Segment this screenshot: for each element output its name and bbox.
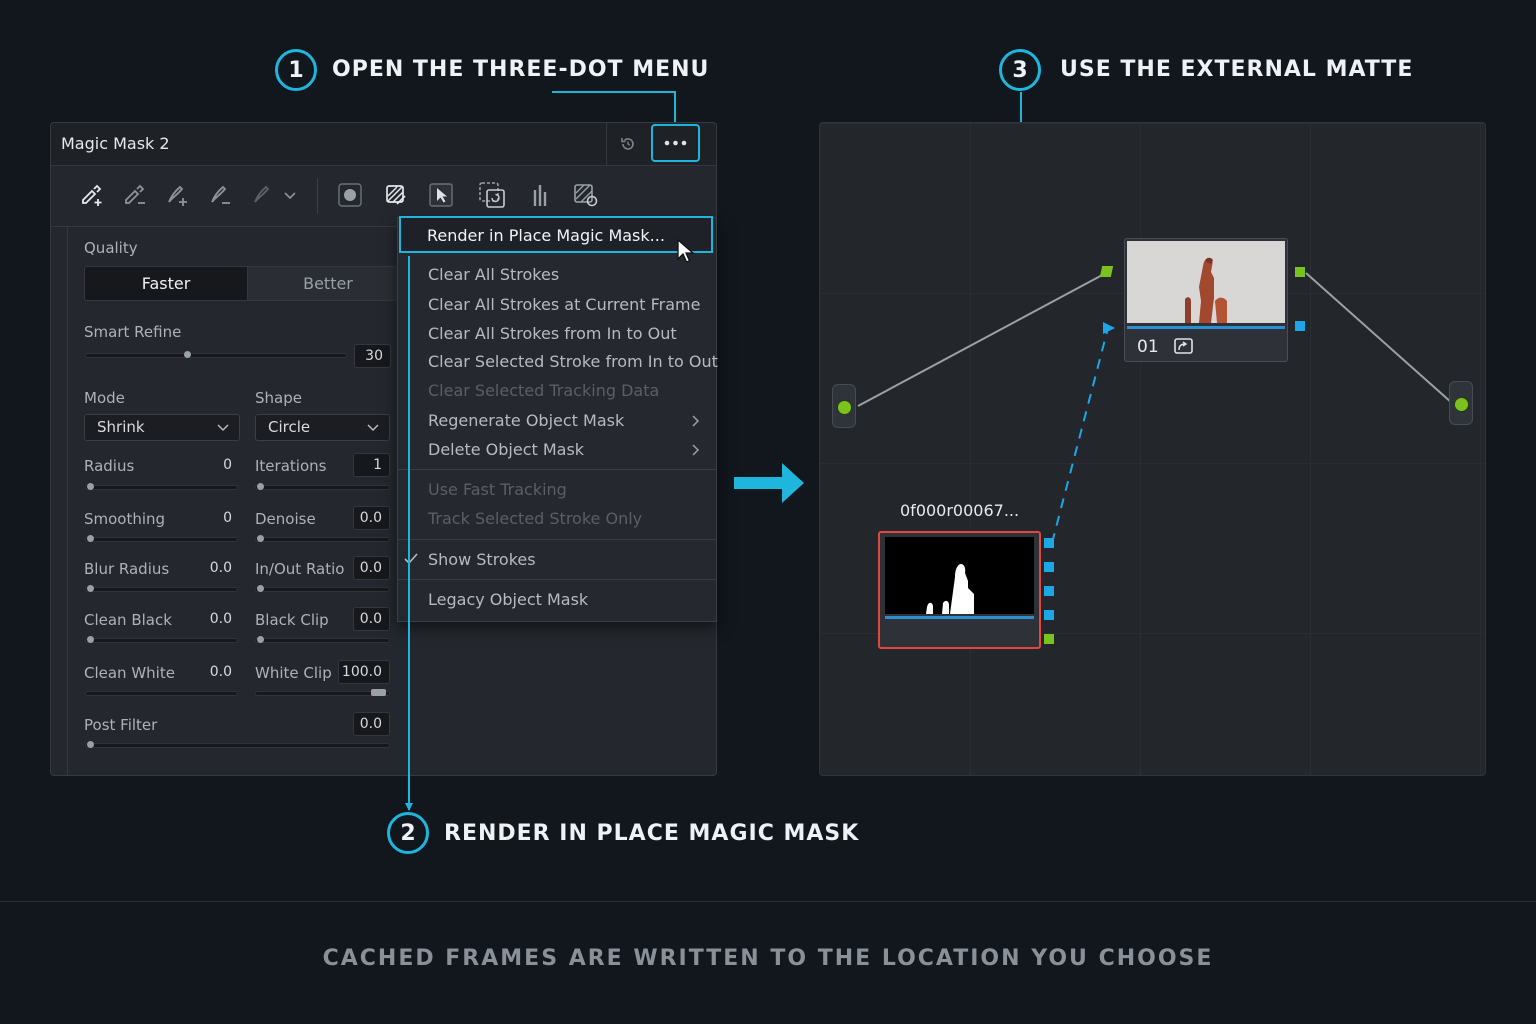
input-node[interactable] bbox=[832, 384, 856, 428]
node-editor: 01 0f000r00067... bbox=[819, 122, 1486, 776]
node-01[interactable]: 01 bbox=[1124, 238, 1288, 362]
node-01-input-port-key[interactable] bbox=[1102, 320, 1116, 339]
external-matte-node[interactable] bbox=[878, 531, 1041, 649]
node-01-output-port-rgb[interactable] bbox=[1295, 267, 1305, 277]
node-01-progress bbox=[1127, 326, 1285, 329]
matte-node-progress bbox=[885, 616, 1034, 619]
node-cache-icon bbox=[1173, 336, 1195, 360]
node-connections bbox=[857, 272, 1453, 544]
matte-output-port-3[interactable] bbox=[1044, 586, 1054, 596]
node-01-input-port-rgb[interactable] bbox=[1099, 266, 1114, 277]
arrow-right-icon bbox=[732, 461, 806, 509]
matte-output-port-4[interactable] bbox=[1044, 610, 1054, 620]
input-port[interactable] bbox=[837, 400, 852, 415]
footer-divider bbox=[0, 901, 1536, 902]
footer-caption: CACHED FRAMES ARE WRITTEN TO THE LOCATIO… bbox=[322, 946, 1214, 971]
output-port[interactable] bbox=[1454, 397, 1469, 412]
node-01-thumbnail bbox=[1127, 241, 1285, 323]
matte-thumbnail bbox=[885, 537, 1034, 614]
matte-output-port-1[interactable] bbox=[1044, 538, 1054, 548]
matte-output-port-2[interactable] bbox=[1044, 562, 1054, 572]
matte-output-port-5[interactable] bbox=[1044, 634, 1054, 644]
matte-node-label: 0f000r00067... bbox=[900, 501, 1020, 520]
node-01-output-port-key[interactable] bbox=[1295, 321, 1305, 331]
output-node[interactable] bbox=[1449, 381, 1473, 425]
node-01-label: 01 bbox=[1137, 337, 1159, 357]
